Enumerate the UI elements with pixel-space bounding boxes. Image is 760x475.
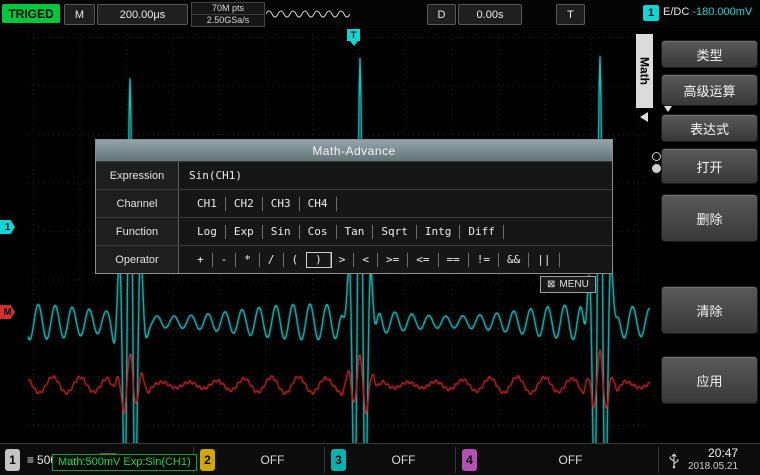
operator-row: Operator + - * / ( ) > < >= <= == != && …: [96, 245, 612, 273]
operator-key[interactable]: &&: [499, 253, 529, 267]
ch3-badge: 3: [331, 449, 346, 471]
memory-depth-readout: 70M pts 2.50GSa/s: [191, 2, 265, 27]
function-option[interactable]: Diff: [460, 225, 504, 239]
trigger-position-pointer-icon: [350, 41, 358, 46]
trigger-menu-button[interactable]: T: [556, 4, 585, 25]
toggle-dot-icon: [652, 152, 661, 161]
operator-key[interactable]: (: [284, 253, 308, 267]
expression-button[interactable]: 表达式: [661, 114, 758, 142]
operator-key[interactable]: <: [354, 253, 378, 267]
channel-4-section[interactable]: 4 OFF: [457, 444, 657, 475]
clock-time: 20:47: [708, 447, 738, 460]
expression-label: Expression: [96, 162, 179, 189]
ch2-badge: 2: [200, 449, 215, 471]
sample-rate: 2.50GSa/s: [192, 14, 264, 26]
math-advance-dialog: Math-Advance Expression Sin(CH1) Channel…: [95, 139, 613, 274]
trigger-type: E/DC: [663, 6, 689, 18]
menu-button-label: MENU: [559, 279, 588, 290]
operator-label: Operator: [96, 246, 179, 273]
trigger-level: -180.000mV: [692, 6, 752, 18]
oscilloscope-screen: TRIGED M 200.00μs 70M pts 2.50GSa/s D 0.…: [0, 0, 760, 475]
divider: [324, 447, 325, 473]
operator-key[interactable]: ==: [439, 253, 469, 267]
delete-button[interactable]: 删除: [661, 194, 758, 242]
menu-close-icon: ⊠: [547, 279, 555, 290]
operator-key[interactable]: *: [236, 253, 260, 267]
clear-button[interactable]: 清除: [661, 286, 758, 334]
operator-key[interactable]: +: [189, 253, 213, 267]
divider: [658, 447, 659, 473]
function-option[interactable]: Tan: [337, 225, 374, 239]
channel-option[interactable]: CH4: [300, 197, 337, 211]
function-label: Function: [96, 218, 179, 245]
memory-depth: 70M pts: [192, 3, 264, 14]
operator-key[interactable]: >=: [378, 253, 408, 267]
menu-button[interactable]: ⊠ MENU: [540, 276, 596, 293]
operator-key[interactable]: !=: [469, 253, 499, 267]
timebase-readout[interactable]: 200.00μs: [97, 4, 188, 25]
operator-key[interactable]: >: [331, 253, 355, 267]
apply-button[interactable]: 应用: [661, 356, 758, 404]
operator-key-selected[interactable]: ): [307, 253, 331, 267]
channel-label: Channel: [96, 190, 179, 217]
operator-key[interactable]: -: [213, 253, 237, 267]
channel-option[interactable]: CH3: [263, 197, 300, 211]
function-row: Function Log Exp Sin Cos Tan Sqrt Intg D…: [96, 217, 612, 245]
operator-key[interactable]: /: [260, 253, 284, 267]
tab-math[interactable]: Math: [636, 34, 653, 108]
dropdown-arrow-icon: [664, 106, 672, 112]
ch1-badge: 1: [5, 449, 20, 471]
function-option[interactable]: Cos: [300, 225, 337, 239]
operator-key[interactable]: <=: [408, 253, 438, 267]
toggle-dot-filled-icon: [652, 164, 661, 173]
ch3-status: OFF: [353, 453, 454, 467]
channel-option[interactable]: CH2: [226, 197, 263, 211]
waveform-preview-icon: [266, 7, 350, 21]
ch4-badge: 4: [462, 449, 477, 471]
clock-date: 2018.05.21: [688, 460, 738, 473]
expression-value[interactable]: Sin(CH1): [189, 169, 242, 182]
mode-button[interactable]: 高级运算: [661, 74, 758, 106]
delay-mode-button[interactable]: D: [427, 4, 456, 25]
dialog-title: Math-Advance: [96, 140, 612, 161]
channel-3-section[interactable]: 3 OFF: [326, 444, 454, 475]
channel-option[interactable]: CH1: [189, 197, 226, 211]
trigger-position-marker[interactable]: T: [347, 29, 360, 41]
expression-row: Expression Sin(CH1): [96, 161, 612, 189]
ch1-coupling-icon: ≡: [27, 453, 34, 467]
channel-row: Channel CH1 CH2 CH3 CH4: [96, 189, 612, 217]
function-option[interactable]: Sin: [263, 225, 300, 239]
ch4-status: OFF: [484, 453, 657, 467]
function-option[interactable]: Sqrt: [373, 225, 417, 239]
operator-key[interactable]: ||: [529, 253, 559, 267]
trigger-info-readout: E/DC -180.000mV: [663, 6, 752, 18]
function-option[interactable]: Intg: [417, 225, 461, 239]
open-button[interactable]: 打开: [661, 148, 758, 184]
usb-icon: [668, 451, 680, 469]
delay-readout[interactable]: 0.00s: [458, 4, 522, 25]
function-option[interactable]: Exp: [226, 225, 263, 239]
math-status-readout: Math:500mV Exp:Sin(CH1): [52, 454, 197, 471]
type-button[interactable]: 类型: [661, 40, 758, 68]
ch2-status: OFF: [222, 453, 323, 467]
clock-section: 20:47 2018.05.21: [660, 444, 738, 475]
tab-collapse-arrow-icon: [640, 112, 648, 122]
trigger-source-badge[interactable]: 1: [643, 5, 659, 21]
top-bar: TRIGED M 200.00μs 70M pts 2.50GSa/s D 0.…: [0, 0, 760, 28]
horizontal-mode-button[interactable]: M: [64, 4, 95, 25]
divider: [455, 447, 456, 473]
channel-2-section[interactable]: 2 OFF: [195, 444, 323, 475]
function-option[interactable]: Log: [189, 225, 226, 239]
trigger-status-badge: TRIGED: [2, 4, 60, 23]
